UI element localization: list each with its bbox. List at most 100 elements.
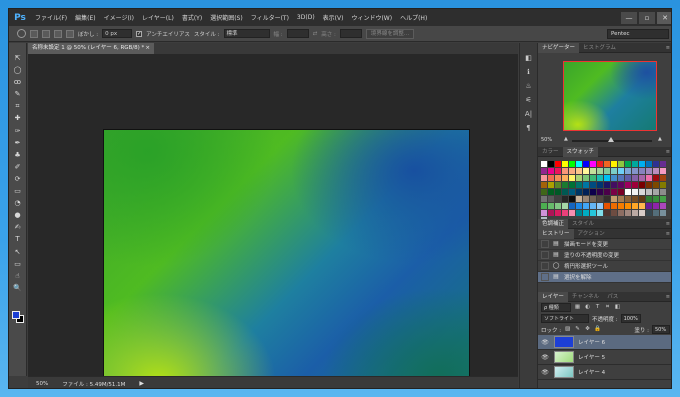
color-swatch[interactable]: [646, 175, 652, 181]
tab-navigator[interactable]: ナビゲーター: [538, 42, 580, 53]
color-swatch[interactable]: [604, 175, 610, 181]
layer-name[interactable]: レイヤー 4: [578, 368, 605, 376]
color-swatch[interactable]: [604, 182, 610, 188]
navigator-zoom[interactable]: 50%: [541, 137, 552, 143]
color-swatch[interactable]: [653, 210, 659, 216]
history-checkbox[interactable]: [541, 273, 549, 281]
history-strip-icon[interactable]: ◧: [523, 53, 534, 64]
menu-layer[interactable]: レイヤー(L): [138, 13, 178, 22]
color-swatch[interactable]: [604, 210, 610, 216]
color-swatch[interactable]: [597, 168, 603, 174]
color-swatch[interactable]: [646, 203, 652, 209]
filter-adjustment-icon[interactable]: ◐: [584, 304, 591, 311]
color-swatch[interactable]: [541, 210, 547, 216]
layer-name[interactable]: レイヤー 5: [578, 353, 605, 361]
navigator-preview[interactable]: [563, 61, 657, 131]
color-swatch[interactable]: [639, 196, 645, 202]
color-swatch[interactable]: [562, 196, 568, 202]
color-swatch[interactable]: [625, 189, 631, 195]
color-swatch[interactable]: [590, 161, 596, 167]
document-image[interactable]: [103, 129, 470, 388]
dodge-icon[interactable]: ●: [12, 210, 23, 221]
type-icon[interactable]: T: [12, 234, 23, 245]
lock-transparent-icon[interactable]: ▨: [564, 326, 571, 333]
color-swatch[interactable]: [555, 210, 561, 216]
color-swatch[interactable]: [653, 203, 659, 209]
color-swatch[interactable]: [548, 175, 554, 181]
color-swatch[interactable]: [597, 196, 603, 202]
color-swatch[interactable]: [569, 168, 575, 174]
workspace-select[interactable]: Pentec: [607, 28, 669, 39]
color-swatch[interactable]: [548, 189, 554, 195]
color-swatch[interactable]: [639, 210, 645, 216]
panel-menu-icon[interactable]: ≡: [666, 221, 670, 227]
color-swatch[interactable]: [583, 175, 589, 181]
zoom-slider-knob[interactable]: [608, 137, 614, 142]
color-swatch[interactable]: [548, 161, 554, 167]
color-swatch[interactable]: [576, 196, 582, 202]
color-swatch[interactable]: [548, 210, 554, 216]
color-swatch[interactable]: [541, 203, 547, 209]
color-swatch[interactable]: [583, 182, 589, 188]
color-swatch[interactable]: [618, 203, 624, 209]
color-swatch[interactable]: [611, 168, 617, 174]
tab-styles[interactable]: スタイル: [568, 219, 598, 229]
hand-icon[interactable]: ☝: [12, 271, 23, 282]
move-tool-icon[interactable]: ⇱: [12, 53, 23, 64]
color-swatch[interactable]: [597, 189, 603, 195]
tab-color[interactable]: カラー: [538, 147, 563, 157]
color-swatch[interactable]: [590, 196, 596, 202]
swap-icon[interactable]: ⇄: [313, 31, 318, 37]
color-swatch[interactable]: [555, 196, 561, 202]
color-swatch[interactable]: [618, 168, 624, 174]
color-swatch[interactable]: [632, 182, 638, 188]
menu-edit[interactable]: 編集(E): [71, 13, 99, 22]
color-swatch[interactable]: [625, 210, 631, 216]
minimize-button[interactable]: —: [621, 11, 637, 24]
character-strip-icon[interactable]: A|: [523, 109, 534, 120]
tool-presets-strip-icon[interactable]: ⚟: [523, 95, 534, 106]
color-swatch[interactable]: [541, 196, 547, 202]
color-swatch[interactable]: [618, 182, 624, 188]
close-button[interactable]: ✕: [657, 11, 671, 24]
menu-view[interactable]: 表示(V): [319, 13, 348, 22]
subtract-selection-icon[interactable]: [54, 29, 62, 38]
lasso-icon[interactable]: ꝏ: [12, 77, 23, 88]
color-swatch[interactable]: [632, 210, 638, 216]
color-swatch[interactable]: [632, 168, 638, 174]
tab-paths[interactable]: パス: [603, 292, 622, 302]
brush-icon[interactable]: ✒: [12, 138, 23, 149]
color-swatch[interactable]: [583, 203, 589, 209]
new-selection-icon[interactable]: [30, 29, 38, 38]
color-swatch[interactable]: [660, 196, 666, 202]
paragraph-strip-icon[interactable]: ¶: [523, 123, 534, 134]
color-swatch[interactable]: [625, 161, 631, 167]
filter-pixel-icon[interactable]: ▦: [574, 304, 581, 311]
color-swatch[interactable]: [555, 168, 561, 174]
color-swatch[interactable]: [646, 182, 652, 188]
gradient-icon[interactable]: ▭: [12, 186, 23, 197]
add-to-selection-icon[interactable]: [42, 29, 50, 38]
color-swatch[interactable]: [625, 196, 631, 202]
color-swatch[interactable]: [590, 168, 596, 174]
color-swatch[interactable]: [541, 189, 547, 195]
color-swatch[interactable]: [639, 161, 645, 167]
style-select[interactable]: 標準: [223, 29, 270, 38]
layer-row[interactable]: 👁 レイヤー 6: [538, 335, 671, 350]
refine-edge-button[interactable]: 境界線を調整...: [365, 28, 415, 39]
color-swatch[interactable]: [618, 189, 624, 195]
color-swatch[interactable]: [569, 196, 575, 202]
elliptical-marquee-preset-icon[interactable]: [17, 29, 26, 38]
tab-history[interactable]: ヒストリー: [538, 228, 574, 239]
close-tab-icon[interactable]: ×: [145, 43, 150, 54]
color-swatch[interactable]: [660, 189, 666, 195]
color-swatch[interactable]: [576, 203, 582, 209]
color-swatch[interactable]: [611, 161, 617, 167]
color-swatch[interactable]: [562, 182, 568, 188]
color-swatch[interactable]: [555, 175, 561, 181]
color-swatch[interactable]: [562, 210, 568, 216]
crop-icon[interactable]: ⌗: [12, 101, 23, 112]
panel-menu-icon[interactable]: ≡: [666, 231, 670, 237]
info-strip-icon[interactable]: ℹ: [523, 67, 534, 78]
tab-channels[interactable]: チャンネル: [568, 292, 603, 302]
